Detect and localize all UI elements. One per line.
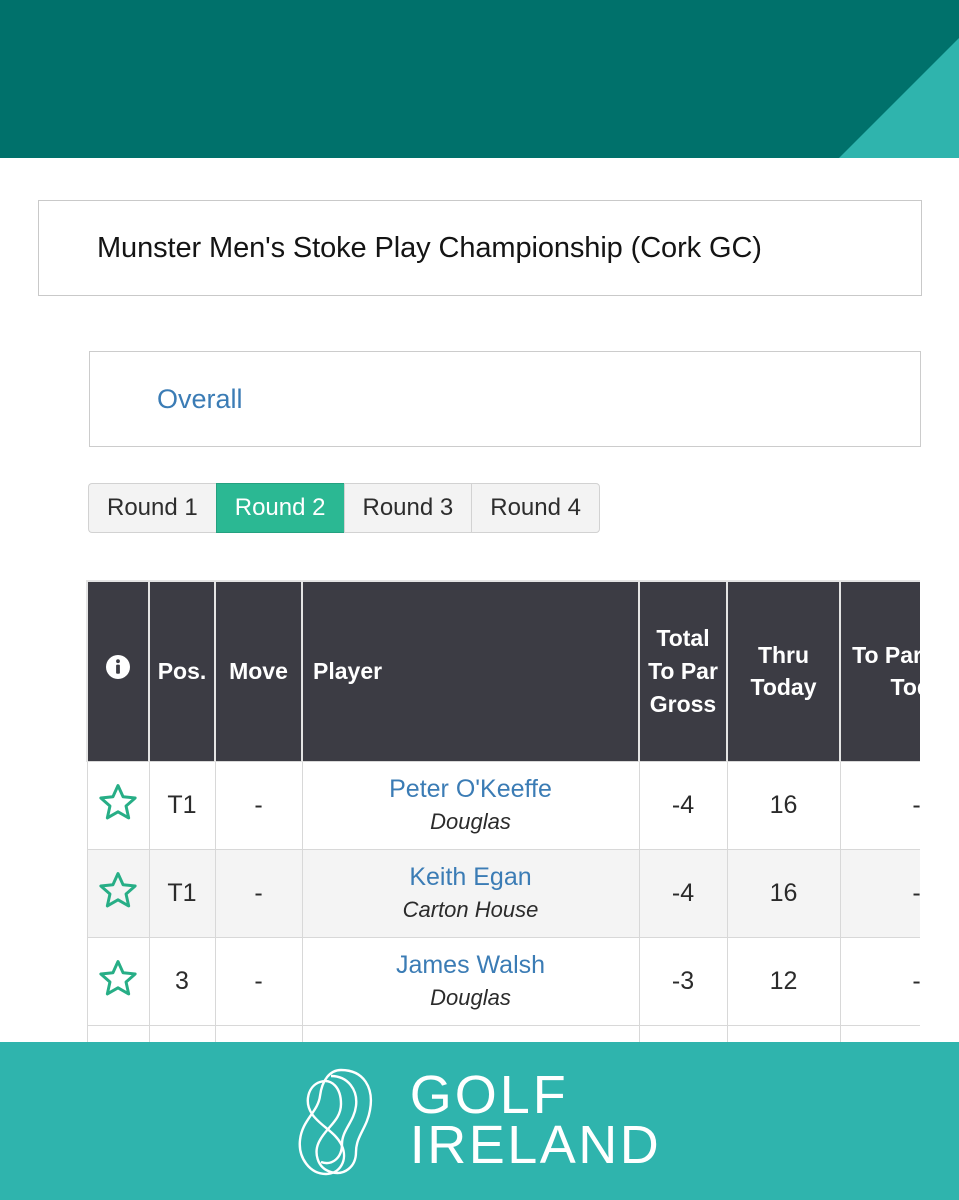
total-to-par-gross-cell: -4 <box>638 848 728 938</box>
favourite-star-cell[interactable] <box>86 848 150 938</box>
partial-cell <box>148 1024 216 1042</box>
to-par-gross-today-cell: -4 <box>839 848 920 938</box>
player-name-link[interactable]: Keith Egan <box>303 861 639 895</box>
star-icon[interactable] <box>96 957 140 999</box>
leaderboard-header-row: Pos. Move Player Total To Par Gross Thru… <box>86 580 920 761</box>
leaderboard-table: Pos. Move Player Total To Par Gross Thru… <box>86 580 920 1042</box>
partial-cell <box>726 1024 841 1042</box>
table-row: 3 - James Walsh Douglas -3 12 -3 <box>86 936 920 1026</box>
total-to-par-gross-cell: -4 <box>638 760 728 850</box>
round-tabs: Round 1 Round 2 Round 3 Round 4 <box>88 483 600 533</box>
partial-cell <box>214 1024 303 1042</box>
table-row: T1 - Keith Egan Carton House -4 16 -4 <box>86 848 920 938</box>
thru-today-cell: 16 <box>726 848 841 938</box>
partial-cell <box>839 1024 920 1042</box>
column-header-player[interactable]: Player <box>301 580 640 761</box>
tab-round-2[interactable]: Round 2 <box>215 483 344 533</box>
player-cell: Peter O'Keeffe Douglas <box>301 760 640 850</box>
player-name-link[interactable]: James Walsh <box>303 949 639 983</box>
table-row: T1 - Peter O'Keeffe Douglas -4 16 -4 <box>86 760 920 850</box>
top-banner <box>0 0 959 158</box>
move-cell: - <box>214 848 303 938</box>
player-club: Douglas <box>430 809 511 835</box>
position-cell: T1 <box>148 760 216 850</box>
column-header-to-par-gross-today[interactable]: To Par Gross Today <box>839 580 920 761</box>
logo-wordmark: GOLF IRELAND <box>409 1065 662 1175</box>
logo-word-ireland: IRELAND <box>409 1115 662 1175</box>
player-club: Douglas <box>430 985 511 1011</box>
to-par-gross-today-cell: -3 <box>839 936 920 1026</box>
column-header-pos[interactable]: Pos. <box>148 580 216 761</box>
leaderboard-scroll-container[interactable]: Pos. Move Player Total To Par Gross Thru… <box>86 580 920 1042</box>
position-cell: 3 <box>148 936 216 1026</box>
partial-cell <box>638 1024 728 1042</box>
to-par-gross-today-cell: -4 <box>839 760 920 850</box>
banner-diagonal-accent <box>839 38 959 158</box>
position-cell: T1 <box>148 848 216 938</box>
column-header-move[interactable]: Move <box>214 580 303 761</box>
favourite-star-cell[interactable] <box>86 760 150 850</box>
total-to-par-gross-cell: -3 <box>638 936 728 1026</box>
star-icon[interactable] <box>96 869 140 911</box>
column-header-total-to-par-gross[interactable]: Total To Par Gross <box>638 580 728 761</box>
page-title: Munster Men's Stoke Play Championship (C… <box>97 231 762 264</box>
thru-today-cell: 16 <box>726 760 841 850</box>
table-row-partial <box>86 1024 920 1042</box>
star-icon[interactable] <box>96 781 140 823</box>
golf-ireland-loops-icon <box>298 1068 372 1176</box>
thru-today-cell: 12 <box>726 936 841 1026</box>
golf-ireland-logo: GOLF IRELAND <box>286 1062 662 1180</box>
info-icon <box>106 654 130 679</box>
tab-round-1[interactable]: Round 1 <box>88 483 216 533</box>
column-header-thru-today[interactable]: Thru Today <box>726 580 841 761</box>
logo-word-golf: GOLF <box>409 1065 569 1126</box>
footer-bar: GOLF IRELAND <box>0 1042 959 1200</box>
player-name-link[interactable]: Peter O'Keeffe <box>303 773 639 807</box>
move-cell: - <box>214 760 303 850</box>
column-header-info[interactable] <box>86 580 150 761</box>
main-content: Munster Men's Stoke Play Championship (C… <box>0 158 959 1042</box>
partial-cell <box>86 1024 150 1042</box>
player-cell: Keith Egan Carton House <box>301 848 640 938</box>
favourite-star-cell[interactable] <box>86 936 150 1026</box>
tournament-title-panel: Munster Men's Stoke Play Championship (C… <box>38 200 922 296</box>
partial-cell <box>301 1024 640 1042</box>
tab-round-4[interactable]: Round 4 <box>471 483 600 533</box>
tab-round-3[interactable]: Round 3 <box>343 483 472 533</box>
page-root: Munster Men's Stoke Play Championship (C… <box>0 0 959 1200</box>
overall-link[interactable]: Overall <box>90 384 243 415</box>
overall-panel: Overall <box>89 351 921 447</box>
player-cell: James Walsh Douglas <box>301 936 640 1026</box>
player-club: Carton House <box>402 897 539 923</box>
move-cell: - <box>214 936 303 1026</box>
